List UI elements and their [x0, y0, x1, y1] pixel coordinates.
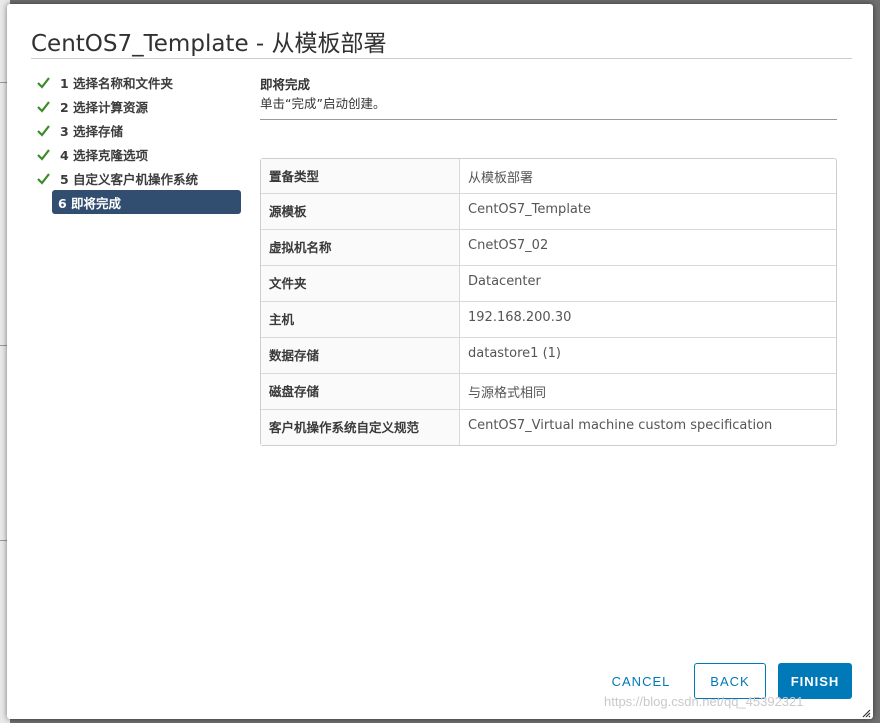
table-row: 客户机操作系统自定义规范 CentOS7_Virtual machine cus…: [261, 409, 836, 445]
row-value: 与源格式相同: [468, 386, 547, 401]
row-value: 从模板部署: [468, 171, 534, 186]
row-value: Datacenter: [468, 274, 541, 289]
content-divider: [260, 119, 837, 120]
table-row: 虚拟机名称 CnetOS7_02: [261, 229, 836, 265]
row-label: 主机: [261, 302, 460, 337]
checkmark-icon: [37, 172, 50, 185]
row-label: 虚拟机名称: [261, 230, 460, 265]
row-value: CentOS7_Template: [468, 202, 591, 217]
dialog-title: CentOS7_Template - 从模板部署: [31, 31, 387, 57]
step-6-ready-to-complete[interactable]: 6 即将完成: [52, 190, 241, 214]
content-subheading: 单击“完成”启动创建。: [260, 96, 386, 111]
step-label: 6 即将完成: [58, 195, 122, 211]
step-content-header: 即将完成 单击“完成”启动创建。: [260, 76, 837, 120]
deploy-from-template-dialog: CentOS7_Template - 从模板部署 1 选择名称和文件夹 2 选择…: [7, 4, 873, 719]
step-label: 1 选择名称和文件夹: [60, 75, 174, 91]
step-label: 4 选择克隆选项: [60, 147, 149, 163]
table-row: 置备类型 从模板部署: [261, 159, 836, 193]
step-4-select-clone-options[interactable]: 4 选择克隆选项: [35, 142, 245, 166]
summary-table: 置备类型 从模板部署 源模板 CentOS7_Template 虚拟机名称 Cn…: [260, 158, 837, 446]
row-value: datastore1 (1): [468, 346, 561, 361]
table-row: 源模板 CentOS7_Template: [261, 193, 836, 229]
step-1-select-name-folder[interactable]: 1 选择名称和文件夹: [35, 70, 245, 94]
checkmark-icon: [37, 76, 50, 89]
table-row: 数据存储 datastore1 (1): [261, 337, 836, 373]
watermark: https://blog.csdn.net/qq_45392321: [604, 694, 804, 709]
checkmark-icon: [37, 124, 50, 137]
wizard-steps: 1 选择名称和文件夹 2 选择计算资源 3 选择存储 4 选择克隆选项 5 自定…: [35, 70, 245, 214]
step-2-select-compute-resource[interactable]: 2 选择计算资源: [35, 94, 245, 118]
table-row: 文件夹 Datacenter: [261, 265, 836, 301]
table-row: 主机 192.168.200.30: [261, 301, 836, 337]
step-label: 5 自定义客户机操作系统: [60, 171, 199, 187]
step-label: 3 选择存储: [60, 123, 124, 139]
title-divider: [31, 58, 852, 59]
step-3-select-storage[interactable]: 3 选择存储: [35, 118, 245, 142]
row-value: 192.168.200.30: [468, 310, 572, 325]
row-label: 置备类型: [261, 159, 460, 193]
step-5-customize-guest-os[interactable]: 5 自定义客户机操作系统: [35, 166, 245, 190]
row-value: CnetOS7_02: [468, 238, 549, 253]
row-label: 客户机操作系统自定义规范: [261, 410, 460, 445]
row-label: 数据存储: [261, 338, 460, 373]
checkmark-icon: [37, 100, 50, 113]
row-label: 文件夹: [261, 266, 460, 301]
table-row: 磁盘存储 与源格式相同: [261, 373, 836, 409]
row-label: 磁盘存储: [261, 374, 460, 409]
resize-handle-icon[interactable]: [861, 708, 871, 718]
row-value: CentOS7_Virtual machine custom specifica…: [468, 418, 773, 433]
row-label: 源模板: [261, 194, 460, 229]
checkmark-icon: [37, 148, 50, 161]
step-label: 2 选择计算资源: [60, 99, 149, 115]
content-heading: 即将完成: [260, 77, 311, 92]
